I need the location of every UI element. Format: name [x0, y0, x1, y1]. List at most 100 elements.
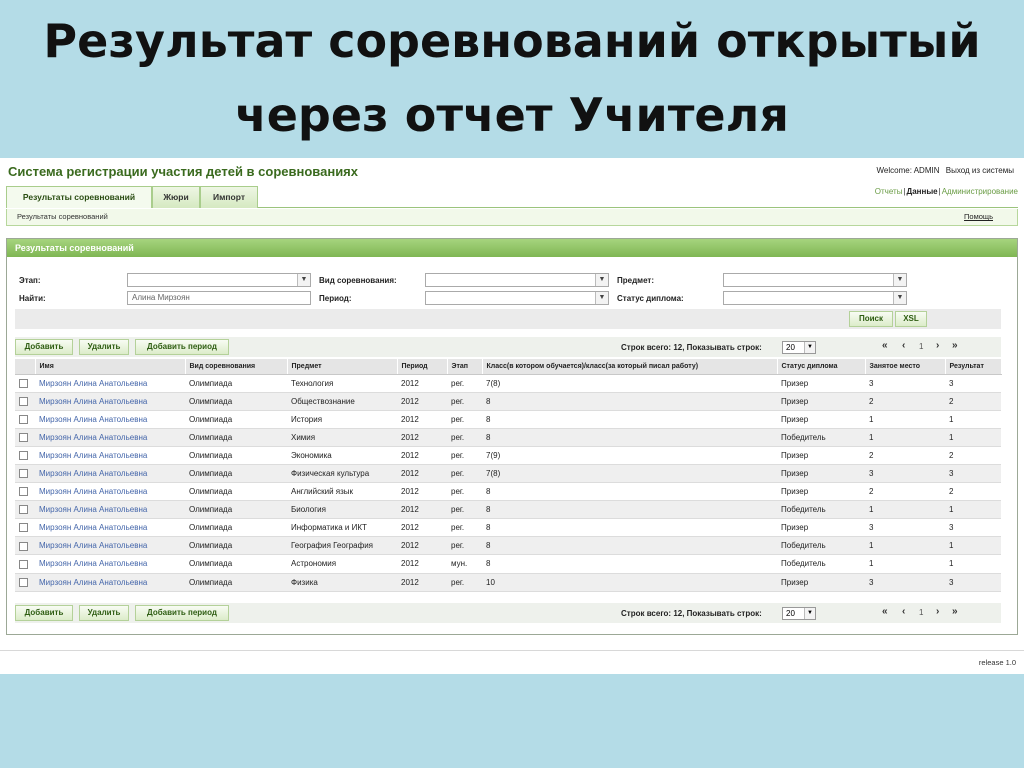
delete-button[interactable]: Удалить	[79, 339, 129, 355]
name-cell: Мирзоян Алина Анатольевна	[35, 374, 185, 393]
data-link[interactable]: Данные	[907, 187, 938, 196]
stage-label: Этап:	[19, 276, 41, 285]
student-name-link[interactable]: Мирзоян Алина Анатольевна	[39, 541, 147, 550]
prev-page-icon[interactable]: ‹	[902, 340, 905, 351]
table-row[interactable]: Мирзоян Алина Анатольевна Олимпиада Информ…	[15, 518, 1001, 538]
row-checkbox[interactable]	[19, 433, 28, 443]
column-header[interactable]: Этап	[447, 359, 483, 375]
table-row[interactable]: Мирзоян Алина Анатольевна Олимпиада Технол…	[15, 374, 1001, 393]
row-checkbox[interactable]	[19, 505, 28, 515]
row-checkbox[interactable]	[19, 559, 28, 569]
row-checkbox[interactable]	[19, 541, 28, 551]
admin-link[interactable]: Администрирование	[942, 187, 1018, 196]
row-checkbox[interactable]	[19, 523, 28, 533]
column-header[interactable]: Статус диплома	[777, 359, 866, 375]
student-name-link[interactable]: Мирзоян Алина Анатольевна	[39, 559, 147, 568]
diploma-select[interactable]: ▼	[723, 291, 907, 305]
student-name-link[interactable]: Мирзоян Алина Анатольевна	[39, 433, 147, 442]
tab-results[interactable]: Результаты соревнований	[6, 186, 152, 208]
chevron-down-icon: ▼	[297, 274, 310, 286]
table-cell: 1	[865, 500, 945, 520]
next-page-icon[interactable]: ›	[936, 606, 939, 617]
table-cell: 2012	[397, 392, 447, 411]
table-cell: Олимпиада	[185, 374, 287, 393]
chevron-down-icon: ▼	[893, 292, 906, 304]
table-row[interactable]: Мирзоян Алина Анатольевна Олимпиада Общест…	[15, 392, 1001, 411]
table-cell: рег.	[447, 573, 482, 592]
student-name-link[interactable]: Мирзоян Алина Анатольевна	[39, 451, 147, 460]
table-row[interactable]: Мирзоян Алина Анатольевна Олимпиада Физиче…	[15, 464, 1001, 484]
next-page-icon[interactable]: ›	[936, 340, 939, 351]
table-cell: Победитель	[777, 536, 865, 556]
first-page-icon[interactable]: «	[882, 606, 888, 617]
table-row[interactable]: Мирзоян Алина Анатольевна Олимпиада Химия 2…	[15, 428, 1001, 447]
student-name-link[interactable]: Мирзоян Алина Анатольевна	[39, 505, 147, 514]
row-checkbox-cell	[15, 392, 35, 411]
search-input[interactable]: Алина Мирзоян	[127, 291, 311, 305]
student-name-link[interactable]: Мирзоян Алина Анатольевна	[39, 578, 147, 587]
row-checkbox-cell	[15, 536, 35, 556]
row-checkbox[interactable]	[19, 577, 28, 587]
add-button[interactable]: Добавить	[15, 339, 73, 355]
table-row[interactable]: Мирзоян Алина Анатольевна Олимпиада Эконом…	[15, 446, 1001, 465]
search-button[interactable]: Поиск	[849, 311, 893, 327]
table-row[interactable]: Мирзоян Алина Анатольевна Олимпиада Истори…	[15, 410, 1001, 429]
column-header[interactable]: Имя	[35, 359, 186, 375]
last-page-icon[interactable]: »	[952, 340, 958, 351]
name-cell: Мирзоян Алина Анатольевна	[35, 518, 185, 538]
period-select[interactable]: ▼	[425, 291, 609, 305]
row-checkbox[interactable]	[19, 378, 28, 388]
delete-button[interactable]: Удалить	[79, 605, 129, 621]
student-name-link[interactable]: Мирзоян Алина Анатольевна	[39, 415, 147, 424]
xsl-button[interactable]: XSL	[895, 311, 927, 327]
table-row[interactable]: Мирзоян Алина Анатольевна Олимпиада Биолог…	[15, 500, 1001, 520]
table-cell: Призер	[777, 410, 865, 429]
select-column-header	[15, 359, 36, 375]
student-name-link[interactable]: Мирзоян Алина Анатольевна	[39, 379, 147, 388]
student-name-link[interactable]: Мирзоян Алина Анатольевна	[39, 523, 147, 532]
column-header[interactable]: Предмет	[287, 359, 398, 375]
type-select[interactable]: ▼	[425, 273, 609, 287]
table-row[interactable]: Мирзоян Алина Анатольевна Олимпиада Физика…	[15, 573, 1001, 592]
tab-jury[interactable]: Жюри	[152, 186, 200, 208]
page-size-select[interactable]: 20 ▼	[782, 341, 816, 354]
table-row[interactable]: Мирзоян Алина Анатольевна Олимпиада Англий…	[15, 482, 1001, 502]
row-checkbox[interactable]	[19, 469, 28, 479]
student-name-link[interactable]: Мирзоян Алина Анатольевна	[39, 487, 147, 496]
tab-import[interactable]: Импорт	[200, 186, 258, 208]
student-name-link[interactable]: Мирзоян Алина Анатольевна	[39, 397, 147, 406]
add-period-button[interactable]: Добавить период	[135, 605, 229, 621]
column-header[interactable]: Вид соревнования	[185, 359, 288, 375]
table-cell: Технология	[287, 374, 397, 393]
help-link[interactable]: Помощь	[964, 212, 993, 221]
table-cell: рег.	[447, 518, 482, 538]
first-page-icon[interactable]: «	[882, 340, 888, 351]
row-checkbox[interactable]	[19, 487, 28, 497]
reports-link[interactable]: Отчеты	[875, 187, 903, 196]
breadcrumb[interactable]: Результаты соревнований	[17, 212, 108, 221]
table-cell: 1	[945, 410, 1001, 429]
add-button[interactable]: Добавить	[15, 605, 73, 621]
page-size-select[interactable]: 20 ▼	[782, 607, 816, 620]
table-cell: 2	[945, 392, 1001, 411]
row-checkbox[interactable]	[19, 414, 28, 424]
add-period-button[interactable]: Добавить период	[135, 339, 229, 355]
table-cell: Олимпиада	[185, 573, 287, 592]
student-name-link[interactable]: Мирзоян Алина Анатольевна	[39, 469, 147, 478]
column-header[interactable]: Период	[397, 359, 448, 375]
subject-select[interactable]: ▼	[723, 273, 907, 287]
chevron-down-icon: ▼	[595, 274, 608, 286]
table-cell: 7(8)	[482, 374, 777, 393]
column-header[interactable]: Класс(в котором обучается)/класс(за кото…	[482, 359, 778, 375]
stage-select[interactable]: ▼	[127, 273, 311, 287]
row-checkbox[interactable]	[19, 396, 28, 406]
row-checkbox[interactable]	[19, 451, 28, 461]
prev-page-icon[interactable]: ‹	[902, 606, 905, 617]
column-header[interactable]: Результат	[945, 359, 1002, 375]
table-row[interactable]: Мирзоян Алина Анатольевна Олимпиада Астрон…	[15, 554, 1001, 574]
column-header[interactable]: Занятое место	[865, 359, 946, 375]
last-page-icon[interactable]: »	[952, 606, 958, 617]
logout-link[interactable]: Выход из системы	[946, 166, 1014, 175]
table-row[interactable]: Мирзоян Алина Анатольевна Олимпиада Геогра…	[15, 536, 1001, 556]
row-checkbox-cell	[15, 573, 35, 592]
